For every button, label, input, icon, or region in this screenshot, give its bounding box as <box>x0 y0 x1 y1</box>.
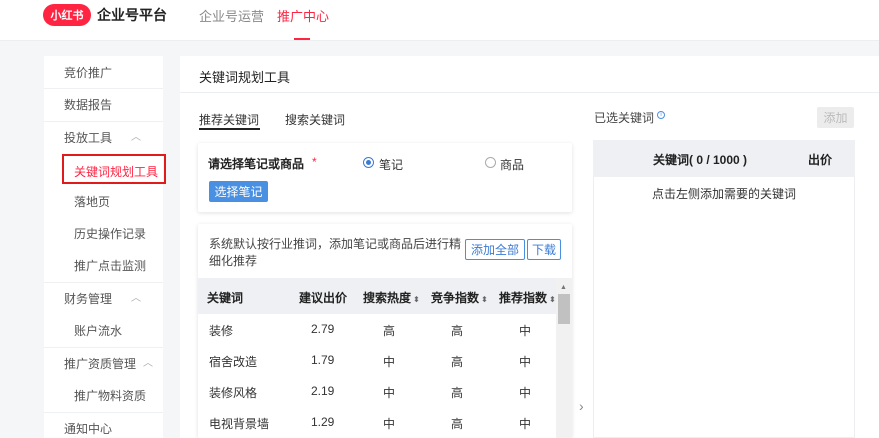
tab-account-operation[interactable]: 企业号运营 <box>199 6 264 25</box>
tab-promotion-center[interactable]: 推广中心 <box>277 6 329 25</box>
sort-icon[interactable]: ⬍ <box>481 295 488 304</box>
column-selected-bid: 出价 <box>808 153 833 167</box>
table-row-bid: 2.79 <box>311 322 335 336</box>
chevron-up-icon: ︿ <box>131 293 141 304</box>
table-row-heat: 高 <box>383 324 396 338</box>
sidebar-item-keyword-planner[interactable]: 关键词规划工具 <box>74 163 158 180</box>
column-search-heat[interactable]: 搜索热度 ⬍ <box>363 289 420 306</box>
selected-keywords-title: 已选关键词 <box>594 111 655 125</box>
table-row-competition: 高 <box>451 355 464 369</box>
tab-search-keywords[interactable]: 搜索关键词 <box>285 111 345 128</box>
title-divider <box>180 92 879 93</box>
sidebar-item-account-flow[interactable]: 账户流水 <box>44 315 163 347</box>
empty-state-text: 点击左侧添加需要的关键词 <box>652 187 797 201</box>
table-row-recommend: 中 <box>519 386 532 400</box>
recommend-description: 系统默认按行业推词，添加笔记或商品后进行精 <box>209 237 462 251</box>
table-row-bid: 1.79 <box>311 353 335 367</box>
required-mark: * <box>312 155 317 169</box>
chevron-up-icon: ︿ <box>131 132 141 143</box>
radio-product[interactable] <box>485 157 496 168</box>
table-row-keyword[interactable]: 装修 <box>209 322 233 339</box>
add-button[interactable]: 添加 <box>817 107 854 128</box>
sidebar-item-notifications[interactable]: 通知中心 <box>44 413 163 438</box>
column-competition[interactable]: 竞争指数 ⬍ <box>431 289 488 306</box>
add-all-button[interactable]: 添加全部 <box>465 239 525 260</box>
radio-note-label[interactable]: 笔记 <box>379 156 403 173</box>
column-suggested-bid: 建议出价 <box>299 291 348 305</box>
tab-recommended-keywords[interactable]: 推荐关键词 <box>199 111 259 128</box>
sort-icon[interactable]: ⬍ <box>549 295 556 304</box>
sidebar-item-bidding[interactable]: 竞价推广 <box>44 57 163 89</box>
download-button[interactable]: 下载 <box>527 239 561 260</box>
sidebar-item-click-monitor[interactable]: 推广点击监测 <box>44 250 163 282</box>
sidebar-item-qualification[interactable]: 推广资质管理 ︿ <box>44 348 163 380</box>
radio-note[interactable] <box>363 157 374 168</box>
sub-tab-indicator <box>199 128 260 130</box>
table-row-keyword[interactable]: 装修风格 <box>209 384 257 401</box>
active-tab-indicator <box>294 38 310 40</box>
sort-icon[interactable]: ⬍ <box>413 295 420 304</box>
sidebar-item-tools[interactable]: 投放工具 ︿ <box>44 122 163 154</box>
table-row-keyword[interactable]: 电视背景墙 <box>209 415 269 432</box>
table-row-recommend: 中 <box>519 417 532 431</box>
scrollbar-thumb[interactable] <box>558 294 570 324</box>
table-row-bid: 1.29 <box>311 415 335 429</box>
column-selected-keyword: 关键词( 0 / 1000 ) <box>653 153 748 167</box>
table-row-recommend: 中 <box>519 324 532 338</box>
scroll-up-icon[interactable]: ▲ <box>560 284 567 291</box>
info-icon[interactable]: i <box>657 111 665 119</box>
recommend-description-cont: 细化推荐 <box>209 254 258 268</box>
select-note-button[interactable]: 选择笔记 <box>209 181 268 202</box>
table-row-recommend: 中 <box>519 355 532 369</box>
table-row-competition: 高 <box>451 417 464 431</box>
table-row-keyword[interactable]: 宿舍改造 <box>209 353 257 370</box>
logo[interactable]: 小红书 <box>43 4 91 26</box>
table-row-heat: 中 <box>383 355 396 369</box>
page-title: 关键词规划工具 <box>199 70 291 85</box>
sidebar-item-landing-page[interactable]: 落地页 <box>44 186 163 218</box>
table-row-bid: 2.19 <box>311 384 335 398</box>
select-source-label: 请选择笔记或商品 <box>208 157 305 171</box>
sidebar-item-history[interactable]: 历史操作记录 <box>44 218 163 250</box>
radio-product-label[interactable]: 商品 <box>500 156 524 173</box>
brand-name: 企业号平台 <box>97 7 167 23</box>
table-row-competition: 高 <box>451 324 464 338</box>
chevron-up-icon: ︿ <box>143 358 153 369</box>
table-row-competition: 高 <box>451 386 464 400</box>
table-row-heat: 中 <box>383 386 396 400</box>
sidebar-item-finance[interactable]: 财务管理 ︿ <box>44 283 163 315</box>
column-keyword: 关键词 <box>207 291 244 305</box>
column-recommend-index[interactable]: 推荐指数 ⬍ <box>499 289 556 306</box>
chevron-right-icon[interactable]: › <box>579 398 584 414</box>
sidebar-item-material-qualification[interactable]: 推广物料资质 <box>44 380 163 412</box>
sidebar-item-reports[interactable]: 数据报告 <box>44 89 163 121</box>
table-row-heat: 中 <box>383 417 396 431</box>
